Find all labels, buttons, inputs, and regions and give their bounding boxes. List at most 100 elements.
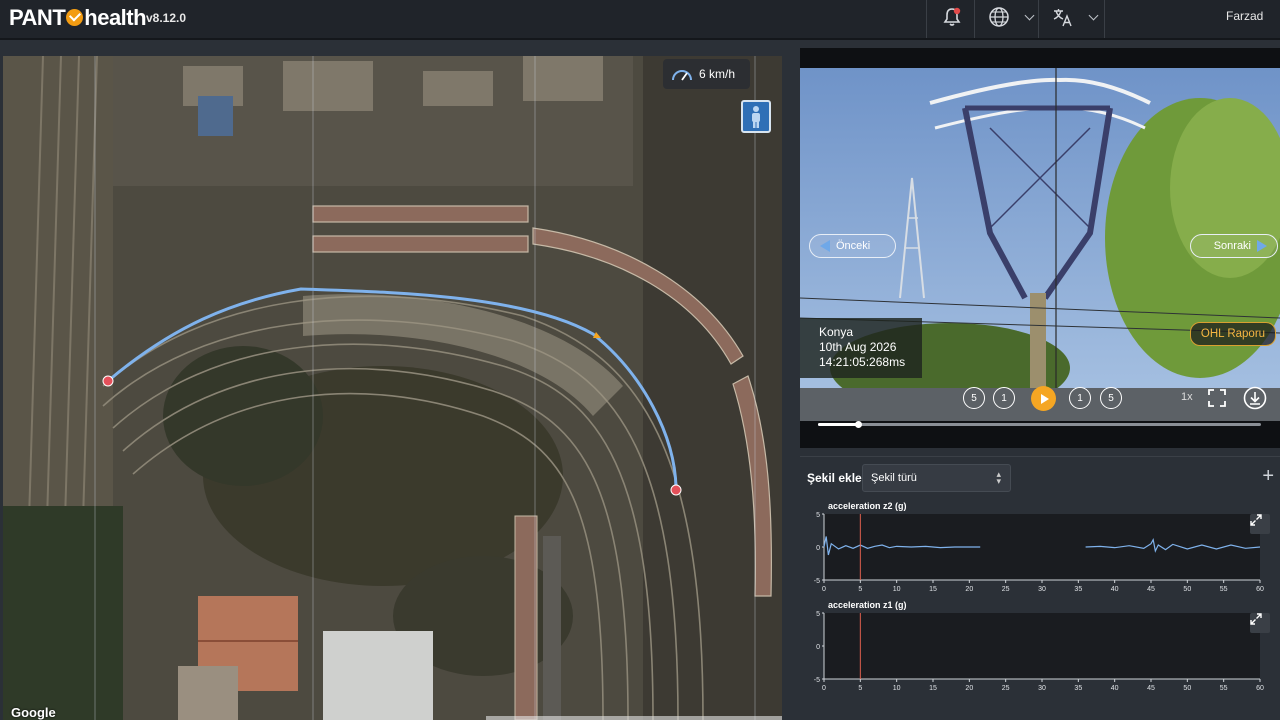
- forward-large-button[interactable]: 5: [1100, 387, 1122, 409]
- translate-selector[interactable]: [1052, 5, 1099, 29]
- x-tick-label: 10: [893, 586, 901, 593]
- chart-acceleration-z1: 5 0 -5 0 5 10 15 20 25 30 35 40 45 50 55 60 acceleratio…: [806, 597, 1276, 693]
- street-view-button[interactable]: [741, 100, 771, 133]
- expand-chart-button[interactable]: [1250, 514, 1270, 534]
- arrow-right-icon: [1257, 240, 1267, 252]
- divider: [1038, 0, 1039, 38]
- rewind-large-label: 5: [971, 392, 977, 404]
- logo-text-right: health: [84, 5, 147, 30]
- select-arrows-icon: ▴ ▾: [996, 469, 1001, 486]
- x-tick-label: 30: [1038, 586, 1046, 593]
- play-button[interactable]: [1031, 386, 1056, 411]
- x-tick-label: 30: [1038, 685, 1046, 692]
- previous-label: Önceki: [836, 240, 871, 252]
- speedometer-icon: [672, 70, 692, 81]
- x-tick-label: 0: [822, 685, 826, 692]
- forward-small-label: 1: [1077, 392, 1083, 404]
- top-bar: PANT health v8.12.0 Farzad: [0, 0, 1280, 40]
- x-tick-label: 50: [1183, 685, 1191, 692]
- expand-icon: [1250, 514, 1262, 526]
- video-player[interactable]: Önceki Sonraki Konya 10th Aug 2026 14:21…: [800, 48, 1280, 448]
- expand-icon: [1250, 613, 1262, 625]
- x-tick-label: 35: [1074, 586, 1082, 593]
- progress-fill: [818, 423, 858, 426]
- ohl-report-button[interactable]: OHL Raporu: [1190, 322, 1276, 346]
- forward-small-button[interactable]: 1: [1069, 387, 1091, 409]
- previous-button[interactable]: Önceki: [809, 234, 896, 258]
- chart-canvas: 50-50 5 10 15 20 25 30 35 40 45 50 55 60: [814, 512, 1264, 593]
- x-tick-label: 0: [822, 586, 826, 593]
- progress-handle[interactable]: [854, 421, 862, 428]
- divider: [1104, 0, 1105, 38]
- x-tick-label: 55: [1220, 685, 1228, 692]
- x-tick-label: 60: [1256, 586, 1264, 593]
- pantohealth-logo[interactable]: PANT health: [9, 5, 147, 31]
- route-start-marker[interactable]: [102, 375, 114, 387]
- time-text: 14:21:05:268ms: [819, 355, 906, 369]
- y-tick-label: 0: [816, 644, 820, 651]
- next-button[interactable]: Sonraki: [1190, 234, 1278, 258]
- x-tick-label: 35: [1074, 685, 1082, 692]
- divider: [974, 0, 975, 38]
- rewind-small-button[interactable]: 1: [993, 387, 1015, 409]
- route-line: [106, 287, 678, 490]
- y-tick-label: 0: [816, 545, 820, 552]
- download-icon[interactable]: [1243, 386, 1267, 410]
- chart-title: acceleration z1 (g): [828, 600, 907, 610]
- rewind-small-label: 1: [1001, 392, 1007, 404]
- x-tick-label: 40: [1111, 586, 1119, 593]
- pegman-icon: [752, 105, 760, 128]
- route-end-marker[interactable]: [670, 484, 682, 496]
- expand-chart-button[interactable]: [1250, 613, 1270, 633]
- plot-area: [824, 613, 1260, 679]
- google-logo: Google: [11, 705, 56, 720]
- y-tick-label: 5: [816, 512, 820, 519]
- play-icon: [1040, 393, 1049, 404]
- x-tick-label: 5: [858, 685, 862, 692]
- x-tick-label: 55: [1220, 586, 1228, 593]
- x-tick-label: 20: [965, 685, 973, 692]
- x-tick-label: 50: [1183, 586, 1191, 593]
- chevron-down-icon: [1088, 10, 1099, 20]
- x-tick-label: 5: [858, 586, 862, 593]
- bell-icon: [943, 7, 961, 26]
- add-shape-label: Şekil ekle: [807, 471, 862, 485]
- globe-icon: [989, 7, 1009, 27]
- language-selector[interactable]: [988, 5, 1035, 29]
- chart-acceleration-z2: 5 0 -5 0 5 10 15 20 25 30 35 40 45 50 55 60 acceleratio…: [806, 498, 1276, 594]
- map-attribution[interactable]: [486, 716, 782, 720]
- notifications-button[interactable]: [941, 5, 963, 29]
- chart-title: acceleration z2 (g): [828, 501, 907, 511]
- x-tick-label: 10: [893, 685, 901, 692]
- app-version: v8.12.0: [146, 11, 187, 25]
- rewind-large-button[interactable]: 5: [963, 387, 985, 409]
- speed-indicator: 6 km/h: [663, 59, 750, 89]
- x-tick-label: 15: [929, 586, 937, 593]
- shape-type-select[interactable]: Şekil türü ▴ ▾: [862, 464, 1011, 492]
- user-menu[interactable]: Farzad: [1226, 9, 1263, 23]
- y-tick-label: -5: [814, 677, 820, 684]
- chart-canvas: 50-50 5 10 15 20 25 30 35 40 45 50 55 60: [814, 611, 1264, 692]
- route-overlay: [102, 287, 682, 496]
- divider: [926, 0, 927, 38]
- add-shape-button[interactable]: +: [1262, 466, 1274, 486]
- x-tick-label: 45: [1147, 586, 1155, 593]
- frame-info: Konya 10th Aug 2026 14:21:05:268ms: [800, 318, 922, 378]
- x-tick-label: 40: [1111, 685, 1119, 692]
- shape-toolbar: Şekil ekle Şekil türü ▴ ▾ +: [800, 456, 1280, 498]
- satellite-map[interactable]: 6 km/h Google: [3, 56, 782, 720]
- x-tick-label: 25: [1002, 685, 1010, 692]
- x-tick-label: 25: [1002, 586, 1010, 593]
- date-text: 10th Aug 2026: [819, 340, 897, 354]
- fullscreen-icon[interactable]: [1207, 388, 1227, 408]
- playback-rate[interactable]: 1x: [1181, 391, 1193, 403]
- x-tick-label: 45: [1147, 685, 1155, 692]
- translate-icon: [1053, 9, 1072, 27]
- location-text: Konya: [819, 325, 854, 339]
- forward-large-label: 5: [1108, 392, 1114, 404]
- logo-check-icon: [66, 9, 84, 26]
- x-tick-label: 15: [929, 685, 937, 692]
- video-progress-bar[interactable]: [818, 421, 1261, 428]
- chevron-down-icon: [1024, 10, 1035, 20]
- next-label: Sonraki: [1213, 240, 1251, 252]
